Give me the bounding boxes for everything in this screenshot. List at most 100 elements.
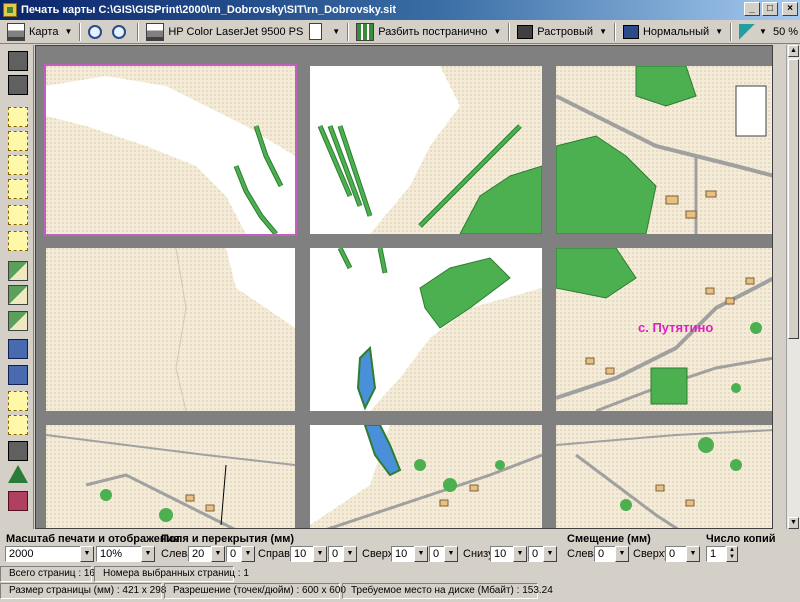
chevron-down-icon: ▼ bbox=[599, 27, 607, 36]
select-area-button[interactable] bbox=[8, 131, 28, 151]
overlap-right-field[interactable]: 0 bbox=[328, 546, 344, 562]
print-page-3[interactable] bbox=[554, 64, 772, 236]
edit-frame-button[interactable] bbox=[8, 205, 28, 225]
margin-right-field[interactable]: 10 bbox=[290, 546, 314, 562]
zoom-level-label: 50 % bbox=[772, 25, 799, 38]
raster-icon bbox=[517, 24, 534, 39]
zoom-level-button[interactable]: ▼ 50 % ▼ bbox=[736, 21, 800, 43]
print-button[interactable] bbox=[8, 51, 28, 71]
chevron-down-icon[interactable]: ▼ bbox=[141, 546, 155, 562]
zoom-in-button[interactable] bbox=[85, 21, 109, 43]
title-bar: Печать карты C:\GIS\GISPrint\2000\rn_Dob… bbox=[0, 0, 800, 20]
rotate-button[interactable] bbox=[8, 415, 28, 435]
page-orientation-button[interactable]: ▼ bbox=[306, 21, 343, 43]
overlap-bottom-field[interactable]: 0 bbox=[528, 546, 544, 562]
toolbar-separator bbox=[730, 22, 733, 41]
chevron-down-icon: ▼ bbox=[759, 27, 767, 36]
overlap-top-field[interactable]: 0 bbox=[429, 546, 445, 562]
printer-select-button[interactable]: HP Color LaserJet 9500 PS bbox=[143, 21, 306, 43]
print-setup-button[interactable] bbox=[8, 75, 28, 95]
raster-mode-label: Растровый bbox=[537, 25, 594, 38]
split-pages-button[interactable]: Разбить постранично ▼ bbox=[353, 21, 504, 43]
chevron-down-icon[interactable]: ▼ bbox=[343, 546, 357, 562]
vertical-scrollbar[interactable]: ▲ ▼ bbox=[786, 45, 800, 529]
chevron-down-icon[interactable]: ▼ bbox=[615, 546, 629, 562]
image-button[interactable] bbox=[8, 365, 28, 385]
place-label: с. Путятино bbox=[638, 320, 714, 335]
scale-select[interactable]: 2000 bbox=[5, 546, 81, 562]
status-row-1: Всего страниц : 16 Номера выбранных стра… bbox=[0, 566, 800, 582]
toolbar-separator bbox=[508, 22, 511, 41]
close-button[interactable]: × bbox=[782, 2, 798, 16]
map-settings-button[interactable] bbox=[8, 285, 28, 305]
print-page-4[interactable] bbox=[44, 246, 297, 413]
scroll-up-icon[interactable]: ▲ bbox=[788, 45, 799, 57]
help-button[interactable] bbox=[8, 491, 28, 511]
chevron-down-icon[interactable]: ▼ bbox=[241, 546, 255, 562]
normal-mode-label: Нормальный bbox=[642, 25, 710, 38]
page-size-status: Размер страницы (мм) : 421 x 298 bbox=[0, 583, 166, 599]
chevron-down-icon[interactable]: ▼ bbox=[313, 546, 327, 562]
print-page-1[interactable] bbox=[44, 64, 297, 236]
status-row-2: Размер страницы (мм) : 421 x 298 Разреше… bbox=[0, 583, 800, 599]
chevron-down-icon: ▼ bbox=[715, 27, 724, 36]
map-menu-button[interactable]: Карта ▼ bbox=[4, 21, 75, 43]
map-layers-button[interactable] bbox=[8, 261, 28, 281]
print-page-2[interactable] bbox=[308, 64, 544, 236]
window-title: Печать карты C:\GIS\GISPrint\2000\rn_Dob… bbox=[21, 4, 396, 16]
copies-spinner[interactable]: ▲ ▼ bbox=[726, 546, 738, 562]
offset-left-field[interactable]: 0 bbox=[594, 546, 616, 562]
copies-field[interactable]: 1 bbox=[706, 546, 726, 562]
chevron-down-icon[interactable]: ▼ bbox=[543, 546, 557, 562]
printer-name: HP Color LaserJet 9500 PS bbox=[168, 25, 304, 38]
margin-left-field[interactable]: 20 bbox=[188, 546, 212, 562]
chevron-down-icon[interactable]: ▼ bbox=[414, 546, 428, 562]
display-percent-select[interactable]: 10% bbox=[96, 546, 142, 562]
select-polygon-button[interactable] bbox=[8, 179, 28, 199]
scroll-thumb[interactable] bbox=[788, 59, 799, 339]
minimize-button[interactable]: _ bbox=[744, 2, 760, 16]
raster-mode-button[interactable]: Растровый ▼ bbox=[514, 21, 610, 43]
chevron-down-icon[interactable]: ▼ bbox=[80, 546, 94, 562]
left-toolbar bbox=[0, 45, 34, 529]
app-icon bbox=[3, 3, 17, 17]
margin-bottom-label: Снизу bbox=[463, 548, 494, 560]
mirror-button[interactable] bbox=[8, 465, 28, 485]
select-frame-button[interactable] bbox=[8, 107, 28, 127]
zoom-out-button[interactable] bbox=[109, 21, 133, 43]
chevron-down-icon[interactable]: ▼ bbox=[211, 546, 225, 562]
split-pages-icon bbox=[356, 22, 375, 41]
margin-top-field[interactable]: 10 bbox=[391, 546, 415, 562]
pen-icon bbox=[739, 23, 756, 40]
chevron-down-icon[interactable]: ▼ bbox=[513, 546, 527, 562]
print-page-6[interactable]: с. Путятино bbox=[554, 246, 772, 413]
scale-group-title: Масштаб печати и отображения bbox=[6, 533, 180, 545]
chevron-down-icon[interactable]: ▼ bbox=[686, 546, 700, 562]
legend-button[interactable] bbox=[8, 339, 28, 359]
chevron-down-icon: ▼ bbox=[493, 27, 502, 36]
zoom-out-icon bbox=[112, 24, 127, 39]
cut-button[interactable] bbox=[8, 391, 28, 411]
frame-by-sheet-button[interactable] bbox=[8, 231, 28, 251]
settings-panel: Масштаб печати и отображения 2000 ▼ 10% … bbox=[0, 530, 800, 602]
select-object-button[interactable] bbox=[8, 155, 28, 175]
maximize-button[interactable]: □ bbox=[762, 2, 778, 16]
zoom-in-icon bbox=[88, 24, 103, 39]
offset-top-field[interactable]: 0 bbox=[665, 546, 687, 562]
print-preview-area[interactable]: с. Путятино bbox=[35, 45, 773, 529]
print-page-5[interactable] bbox=[308, 246, 544, 413]
chevron-down-icon[interactable]: ▼ bbox=[444, 546, 458, 562]
toolbar-separator bbox=[347, 22, 350, 41]
print-page-9[interactable] bbox=[554, 423, 772, 528]
print-page-7[interactable] bbox=[44, 423, 297, 528]
print-page-8[interactable] bbox=[308, 423, 544, 528]
scroll-down-icon[interactable]: ▼ bbox=[788, 517, 799, 529]
overlap-left-field[interactable]: 0 bbox=[226, 546, 242, 562]
normal-mode-button[interactable]: Нормальный ▼ bbox=[620, 21, 726, 43]
map-open-button[interactable] bbox=[8, 311, 28, 331]
disk-space-status: Требуемое место на диске (Мбайт) : 153.2… bbox=[342, 583, 553, 599]
fill-button[interactable] bbox=[8, 441, 28, 461]
map-fragment bbox=[556, 66, 772, 234]
total-pages-status: Всего страниц : 16 bbox=[0, 566, 95, 582]
margin-bottom-field[interactable]: 10 bbox=[490, 546, 514, 562]
